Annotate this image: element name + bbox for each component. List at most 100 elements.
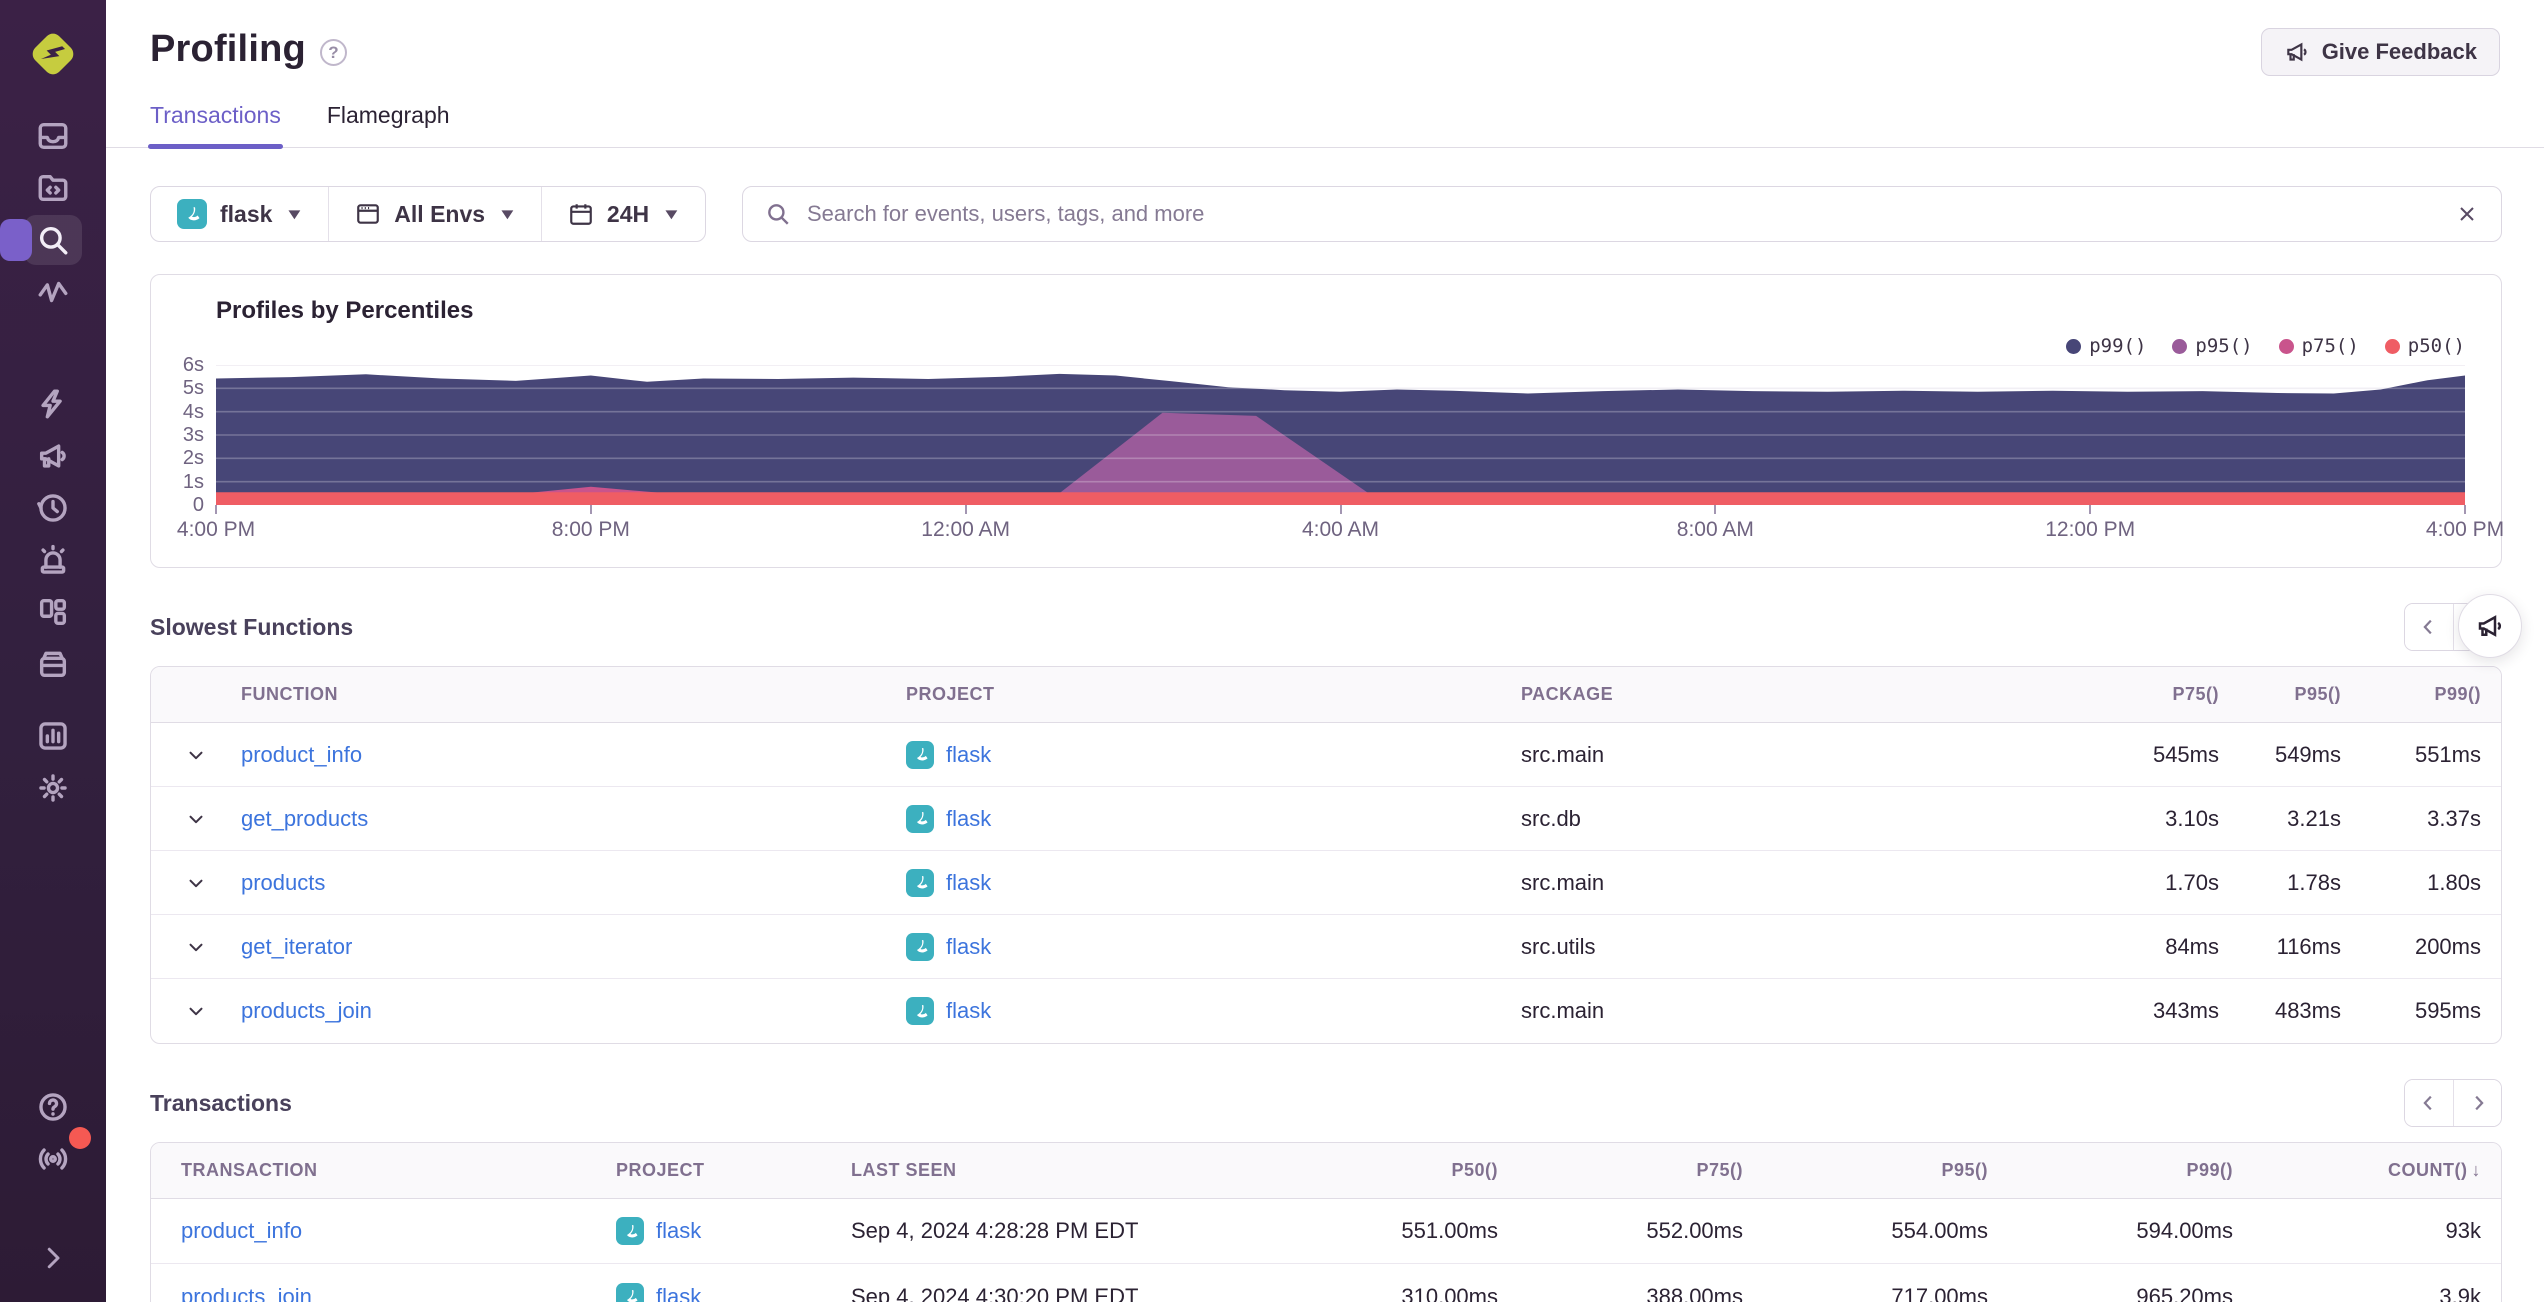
legend-item-p95[interactable]: p95() — [2172, 335, 2253, 357]
sidebar — [0, 0, 106, 1302]
transactions-title: Transactions — [150, 1089, 292, 1116]
function-link[interactable]: products_join — [241, 998, 372, 1023]
legend-item-p75[interactable]: p75() — [2278, 335, 2359, 357]
clear-search-icon[interactable] — [2455, 202, 2479, 226]
column-header-package[interactable]: PACKAGE — [1521, 684, 2069, 705]
sidebar-item-insights[interactable] — [24, 267, 82, 317]
column-header-count[interactable]: COUNT() ↓ — [2255, 1160, 2501, 1181]
project-link[interactable]: flask — [946, 998, 991, 1024]
function-link[interactable]: get_products — [241, 806, 368, 831]
sidebar-item-replays[interactable] — [24, 483, 82, 533]
transaction-link[interactable]: product_info — [181, 1218, 302, 1243]
table-row: products flask src.main 1.70s 1.78s 1.80s — [151, 851, 2501, 915]
tab-flamegraph[interactable]: Flamegraph — [327, 102, 450, 147]
expand-row-button[interactable] — [151, 1000, 241, 1022]
page-header: Profiling ? Give Feedback — [106, 0, 2544, 76]
sidebar-item-expand[interactable] — [24, 1233, 82, 1283]
give-feedback-button[interactable]: Give Feedback — [2260, 28, 2500, 76]
column-header-p50[interactable]: P50() — [1275, 1160, 1520, 1181]
x-tick-label: 8:00 AM — [1676, 518, 1754, 541]
sidebar-item-stats[interactable] — [24, 711, 82, 761]
table-row: product_info flask Sep 4, 2024 4:28:28 PM … — [151, 1199, 2501, 1264]
sidebar-item-settings[interactable] — [24, 763, 82, 813]
column-header-p95[interactable]: P95() — [1765, 1160, 2010, 1181]
time-range-filter[interactable]: 24H ▼ — [542, 187, 705, 241]
function-link[interactable]: products — [241, 870, 325, 895]
next-page-button[interactable] — [2453, 1080, 2501, 1126]
tab-transactions[interactable]: Transactions — [148, 102, 283, 149]
expand-row-button[interactable] — [151, 872, 241, 894]
percentiles-area-chart[interactable] — [216, 365, 2465, 505]
project-link[interactable]: flask — [946, 934, 991, 960]
expand-row-button[interactable] — [151, 808, 241, 830]
sidebar-item-releases[interactable] — [24, 639, 82, 689]
package-cell: src.main — [1521, 869, 1605, 895]
sidebar-item-issues[interactable] — [24, 111, 82, 161]
prev-page-button[interactable] — [2405, 1080, 2453, 1126]
p75-cell: 552.00ms — [1646, 1218, 1743, 1243]
p75-cell: 1.70s — [2165, 869, 2219, 895]
floating-feedback-button[interactable] — [2458, 594, 2522, 658]
legend-dot — [2384, 338, 2400, 354]
transactions-header: Transactions — [150, 1078, 2502, 1128]
help-icon[interactable]: ? — [319, 39, 347, 66]
legend-item-p99[interactable]: p99() — [2066, 335, 2146, 357]
column-header-p95[interactable]: P95() — [2239, 684, 2361, 705]
tab-bar: Transactions Flamegraph — [106, 102, 2544, 149]
project-filter[interactable]: flask ▼ — [151, 187, 330, 241]
project-link[interactable]: flask — [656, 1284, 701, 1302]
column-header-last-seen[interactable]: LAST SEEN — [851, 1160, 1275, 1181]
chart-plot-wrap: 0 1s 2s 3s 4s 5s 6s — [151, 354, 2465, 516]
search-input[interactable] — [806, 201, 2439, 227]
column-header-p75[interactable]: P75() — [1520, 1160, 1765, 1181]
sidebar-item-feedback[interactable] — [24, 431, 82, 481]
calendar-icon — [570, 204, 592, 225]
environment-filter[interactable]: All Envs ▼ — [329, 187, 542, 241]
x-tick-label: 12:00 PM — [2045, 518, 2136, 541]
table-row: products_join flask Sep 4, 2024 4:30:20 PM… — [151, 1264, 2501, 1302]
sidebar-item-projects[interactable] — [24, 163, 82, 213]
p95-cell: 3.21s — [2287, 805, 2341, 831]
sidebar-item-explore[interactable] — [0, 215, 82, 265]
page-title: Profiling — [150, 28, 306, 70]
function-link[interactable]: get_iterator — [241, 934, 352, 959]
notification-dot — [69, 1127, 91, 1149]
sidebar-item-alerts[interactable] — [24, 535, 82, 585]
column-header-transaction[interactable]: TRANSACTION — [151, 1160, 616, 1181]
column-header-function[interactable]: FUNCTION — [241, 684, 906, 705]
transaction-link[interactable]: products_join — [181, 1284, 312, 1302]
column-header-project[interactable]: PROJECT — [616, 1160, 851, 1181]
flask-icon — [906, 740, 934, 769]
project-link[interactable]: flask — [946, 742, 991, 768]
prev-page-button[interactable] — [2405, 604, 2453, 650]
p75-cell: 388.00ms — [1646, 1283, 1743, 1302]
project-link[interactable]: flask — [946, 870, 991, 896]
column-header-p99[interactable]: P99() — [2361, 684, 2501, 705]
table-row: get_iterator flask src.utils 84ms 116ms 200ms — [151, 915, 2501, 979]
expand-row-button[interactable] — [151, 936, 241, 958]
sidebar-item-dashboards[interactable] — [24, 587, 82, 637]
column-header-p99[interactable]: P99() — [2010, 1160, 2255, 1181]
project-link[interactable]: flask — [656, 1218, 701, 1244]
sidebar-item-broadcast[interactable] — [24, 1127, 91, 1184]
table-row: products_join flask src.main 343ms 483ms 595m… — [151, 979, 2501, 1043]
legend-item-p50[interactable]: p50() — [2384, 335, 2465, 357]
transactions-table-body: product_info flask Sep 4, 2024 4:28:28 PM … — [151, 1199, 2501, 1302]
give-feedback-label: Give Feedback — [2321, 39, 2477, 64]
p99-cell: 595ms — [2414, 998, 2481, 1023]
expand-row-button[interactable] — [151, 744, 241, 766]
search-icon — [768, 204, 789, 225]
count-cell: 93k — [2445, 1218, 2481, 1243]
sidebar-item-help[interactable] — [24, 1082, 82, 1132]
function-link[interactable]: product_info — [241, 742, 362, 767]
x-tick — [1339, 505, 1342, 514]
sidebar-item-boost[interactable] — [24, 379, 82, 429]
column-header-project[interactable]: PROJECT — [906, 684, 1521, 705]
flask-icon — [616, 1217, 644, 1245]
sentry-logo[interactable] — [25, 26, 81, 82]
x-tick-label: 8:00 PM — [551, 518, 630, 541]
project-link[interactable]: flask — [946, 806, 991, 832]
column-header-p75[interactable]: P75() — [2069, 684, 2239, 705]
p99-cell: 3.37s — [2427, 805, 2481, 831]
x-tick — [964, 505, 967, 514]
